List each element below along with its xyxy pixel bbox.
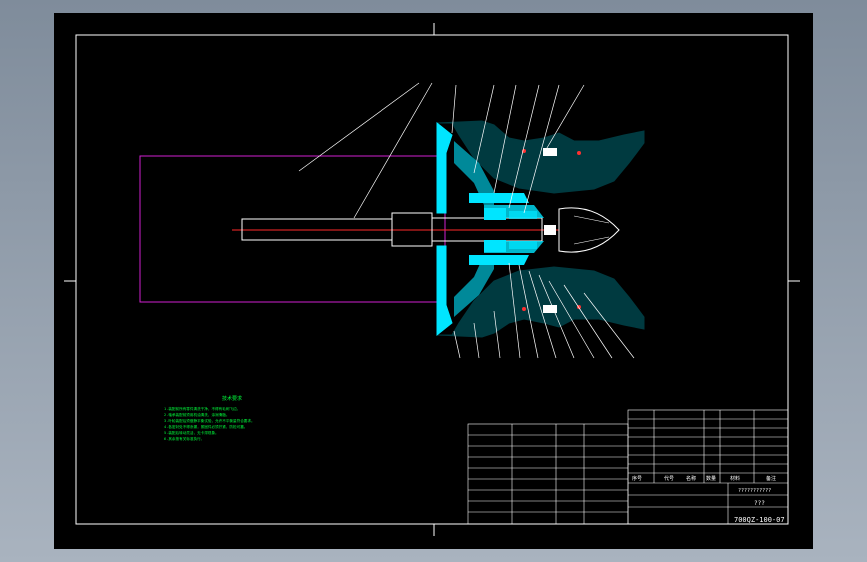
header-qty: 数量 xyxy=(706,475,716,482)
header-name: 名称 xyxy=(686,475,696,482)
tech-requirement-line: 1.装配前所有零件清洗干净，不得有毛刺飞边。 xyxy=(164,406,240,411)
drawing-number: 700QZ-100-07 xyxy=(734,516,785,524)
cad-application: 技术要求 1.装配前所有零件清洗干净，不得有毛刺飞边。 2.轴承装配前须用机油清… xyxy=(0,0,867,562)
tech-requirement-line: 6.其余按有关标准执行。 xyxy=(164,436,204,441)
header-index: 序号 xyxy=(632,475,642,482)
title-placeholder: ??????????? xyxy=(738,488,771,494)
header-code: 代号 xyxy=(664,475,674,482)
drawing-canvas[interactable]: 技术要求 1.装配前所有零件清洗干净，不得有毛刺飞边。 2.轴承装配前须用机油清… xyxy=(54,13,813,549)
cad-drawing: 技术要求 1.装配前所有零件清洗干净，不得有毛刺飞边。 2.轴承装配前须用机油清… xyxy=(54,13,813,549)
tech-requirement-line: 4.各密封处不得渗漏，紧固件必须拧紧，防松可靠。 xyxy=(164,424,247,429)
header-remark: 备注 xyxy=(766,475,776,482)
header-material: 材料 xyxy=(730,475,740,482)
tech-requirements-heading: 技术要求 xyxy=(222,395,242,402)
tech-requirement-line: 3.叶轮装配后须做静平衡试验，允许不平衡量符合要求。 xyxy=(164,418,255,423)
tech-requirement-line: 5.装配后转动灵活，无卡滞现象。 xyxy=(164,430,219,435)
drawing-title: ??? xyxy=(754,500,765,507)
tech-requirement-line: 2.轴承装配前须用机油清洗，涂润滑脂。 xyxy=(164,412,229,417)
sheet-background xyxy=(54,13,813,549)
